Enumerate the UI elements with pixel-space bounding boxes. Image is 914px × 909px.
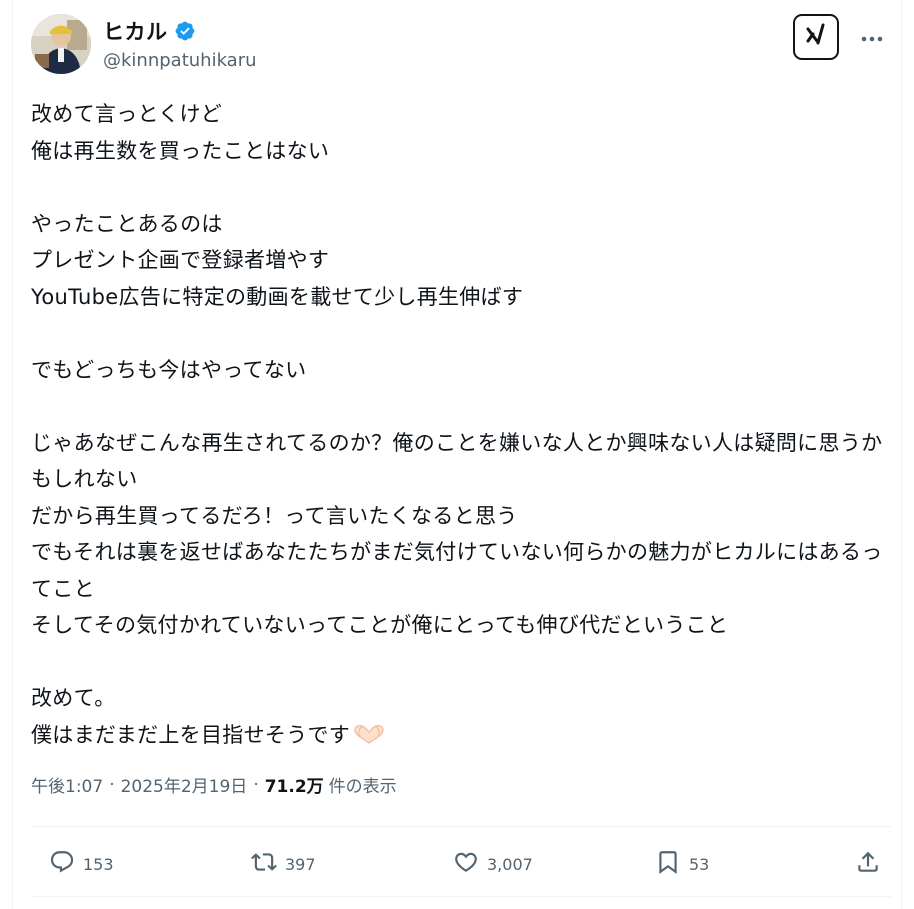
heart-icon xyxy=(453,849,479,879)
tweet-time[interactable]: 午後1:07 xyxy=(31,772,103,797)
more-options-button[interactable] xyxy=(857,22,887,52)
reply-count: 153 xyxy=(83,854,114,874)
views-label: 件の表示 xyxy=(328,777,397,797)
tweet-header: ヒカル @kinnpatuhikaru xyxy=(31,14,887,78)
reply-button[interactable]: 153 xyxy=(49,838,114,890)
retweet-button[interactable]: 397 xyxy=(251,838,316,890)
author-name-row: ヒカル xyxy=(103,16,196,46)
tweet-body: 改めて言っとくけど 俺は再生数を買ったことはない やったことあるのは プレゼント… xyxy=(31,102,883,747)
bookmark-count: 53 xyxy=(689,854,710,874)
meta-separator: · xyxy=(109,774,115,795)
more-horizontal-icon xyxy=(860,28,884,47)
grok-button[interactable] xyxy=(793,14,839,60)
tweet-date[interactable]: 2025年2月19日 xyxy=(121,772,248,797)
tweet-text: 改めて言っとくけど 俺は再生数を買ったことはない やったことあるのは プレゼント… xyxy=(31,96,887,756)
author-display-name[interactable]: ヒカル xyxy=(103,16,168,46)
bookmark-button[interactable]: 53 xyxy=(655,838,709,890)
share-icon xyxy=(855,849,881,879)
like-count: 3,007 xyxy=(487,854,533,874)
divider xyxy=(31,896,891,897)
like-button[interactable]: 3,007 xyxy=(453,838,533,890)
author-handle[interactable]: @kinnpatuhikaru xyxy=(103,50,257,71)
meta-separator: · xyxy=(253,774,259,795)
tweet-meta: 午後1:07 · 2025年2月19日 · 71.2万 件の表示 xyxy=(31,772,397,798)
grok-icon xyxy=(802,21,830,53)
action-bar: 153 397 3,007 53 xyxy=(31,838,891,890)
retweet-icon xyxy=(251,849,277,879)
tweet-card: ヒカル @kinnpatuhikaru 改めて言っとくけど 俺は再生数を買ったこ… xyxy=(12,0,902,909)
avatar[interactable] xyxy=(31,14,91,74)
verified-badge-icon xyxy=(174,20,196,42)
bookmark-icon xyxy=(655,849,681,879)
views-count: 71.2万 xyxy=(264,777,324,797)
retweet-count: 397 xyxy=(285,854,316,874)
share-button[interactable] xyxy=(855,838,881,890)
divider xyxy=(31,826,891,827)
heart-hands-emoji xyxy=(352,720,386,757)
reply-icon xyxy=(49,849,75,879)
